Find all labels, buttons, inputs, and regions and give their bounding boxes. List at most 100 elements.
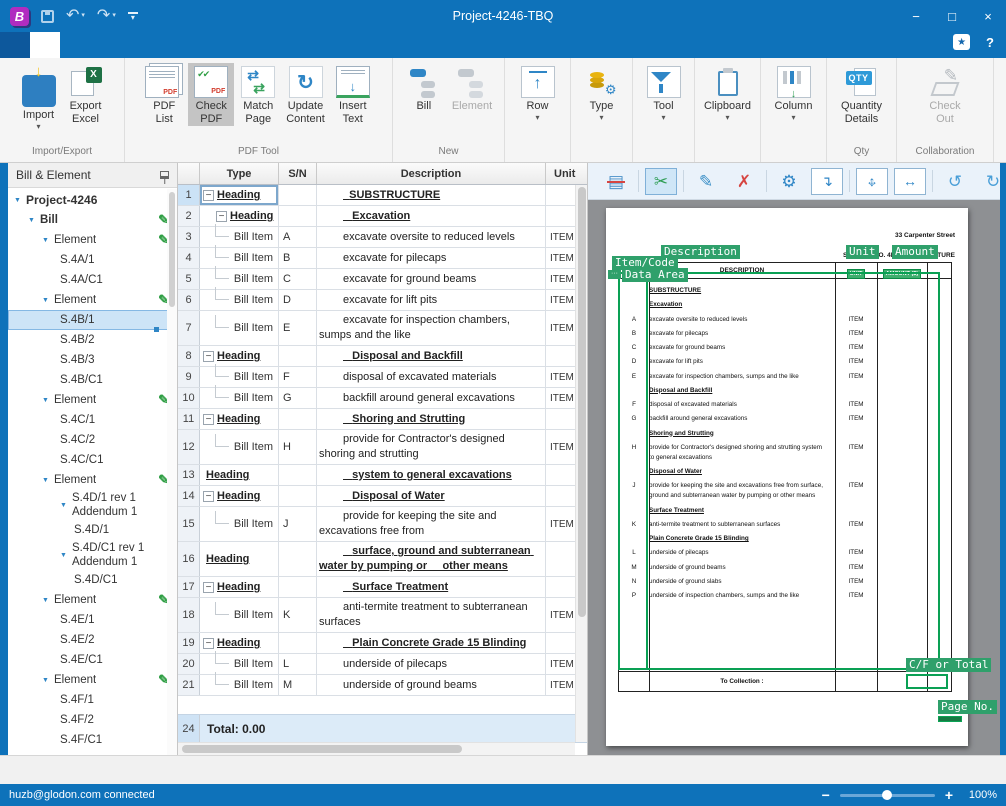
type-cell[interactable]: Bill Item — [200, 367, 279, 387]
amount-annotation-label[interactable]: Amount — [892, 245, 938, 259]
redo-button[interactable]: ↷▾ — [97, 9, 116, 23]
delete-annotation-icon[interactable]: ✗ — [728, 168, 760, 195]
row-number-cell[interactable]: 21 — [178, 675, 200, 695]
item-code-annotation-label[interactable]: Item/Code — [612, 256, 678, 270]
export-excel-button[interactable]: Export Excel — [63, 63, 109, 126]
row-button[interactable]: Row — [515, 63, 561, 123]
sn-cell[interactable] — [279, 465, 317, 485]
type-cell[interactable]: Bill Item — [200, 227, 279, 247]
type-cell[interactable]: Heading — [200, 577, 279, 597]
table-row[interactable]: 1 Heading SUBSTRUCTURE — [178, 185, 587, 206]
type-cell[interactable]: Heading — [200, 409, 279, 429]
pin-icon[interactable] — [160, 171, 169, 179]
type-button[interactable]: Type — [579, 63, 625, 123]
type-cell[interactable]: Heading — [200, 346, 279, 366]
description-cell[interactable]: SUBSTRUCTURE — [317, 185, 546, 205]
row-number-cell[interactable]: 10 — [178, 388, 200, 408]
collapse-icon[interactable] — [203, 351, 214, 362]
table-row[interactable]: 2 Heading Excavation — [178, 206, 587, 227]
tree-expand-arrow-icon[interactable] — [42, 597, 54, 604]
tree-expand-arrow-icon[interactable] — [42, 677, 54, 684]
table-row[interactable]: 16 Heading surface, ground and subterran… — [178, 542, 587, 577]
description-cell[interactable]: excavate for pilecaps — [317, 248, 546, 268]
tree-item[interactable]: S.4C/1 — [8, 410, 177, 430]
row-number-cell[interactable]: 1 — [178, 185, 200, 205]
type-cell[interactable]: Bill Item — [200, 311, 279, 345]
unit-annotation-label[interactable]: Unit — [846, 245, 879, 259]
description-cell[interactable]: Shoring and Strutting — [317, 409, 546, 429]
tree-item[interactable]: S.4B/C1 — [8, 370, 177, 390]
match-page-button[interactable]: Match Page — [235, 63, 281, 126]
description-cell[interactable]: provide for Contractor's designed shorin… — [317, 430, 546, 464]
sn-cell[interactable] — [279, 185, 317, 205]
tree-expand-arrow-icon[interactable] — [42, 477, 54, 484]
snip-region-icon[interactable]: ✂ — [645, 168, 677, 195]
collapse-icon[interactable] — [203, 638, 214, 649]
sn-cell[interactable]: H — [279, 430, 317, 464]
insert-text-button[interactable]: Insert Text — [330, 63, 376, 126]
sn-cell[interactable]: E — [279, 311, 317, 345]
cf-total-annotation-label[interactable]: C/F or Total — [906, 658, 991, 672]
description-cell[interactable]: disposal of excavated materials — [317, 367, 546, 387]
sn-cell[interactable] — [279, 577, 317, 597]
sidebar-scrollbar[interactable] — [167, 189, 177, 755]
table-row[interactable]: 11 Heading Shoring and Strutting — [178, 409, 587, 430]
zoom-in-button[interactable]: + — [945, 789, 953, 801]
type-cell[interactable]: Heading — [200, 185, 279, 205]
settings-gear-icon[interactable]: ⚙ — [773, 168, 805, 195]
row-number-cell[interactable]: 4 — [178, 248, 200, 268]
clipboard-button[interactable]: Clipboard — [700, 63, 755, 123]
description-cell[interactable]: underside of ground beams — [317, 675, 546, 695]
table-row[interactable]: 12 Bill Item H provide for Contractor's … — [178, 430, 587, 465]
description-cell[interactable]: Surface Treatment — [317, 577, 546, 597]
description-cell[interactable]: surface, ground and subterranean water b… — [317, 542, 546, 576]
row-number-cell[interactable]: 14 — [178, 486, 200, 506]
tree-expand-arrow-icon[interactable] — [42, 297, 54, 304]
new-bill-button[interactable]: Bill — [401, 63, 447, 114]
tree-item[interactable]: S.4A/C1 — [8, 270, 177, 290]
sn-cell[interactable]: C — [279, 269, 317, 289]
tree-item[interactable]: S.4B/3 — [8, 350, 177, 370]
description-cell[interactable]: Disposal of Water — [317, 486, 546, 506]
sn-cell[interactable] — [279, 206, 317, 226]
tree-item[interactable]: S.4C/C1 — [8, 450, 177, 470]
tab-cost-estimate[interactable] — [60, 32, 90, 58]
tree-expand-arrow-icon[interactable] — [28, 217, 40, 224]
tree-item[interactable]: S.4B/1 — [8, 310, 177, 330]
description-cell[interactable]: system to general excavations — [317, 465, 546, 485]
rotate-left-icon[interactable]: ↺ — [939, 168, 971, 195]
edit-annotation-icon[interactable]: ✎ — [690, 168, 722, 195]
sn-cell[interactable]: J — [279, 507, 317, 541]
tree-expand-arrow-icon[interactable] — [14, 197, 26, 204]
table-row[interactable]: 10 Bill Item G backfill around general e… — [178, 388, 587, 409]
maximize-button[interactable]: □ — [934, 1, 970, 31]
table-row[interactable]: 3 Bill Item A excavate oversite to reduc… — [178, 227, 587, 248]
tree-item[interactable]: Element — [8, 230, 177, 250]
page-no-annotation-label[interactable]: Page No. — [938, 700, 997, 714]
row-number-cell[interactable]: 8 — [178, 346, 200, 366]
sn-cell[interactable]: A — [279, 227, 317, 247]
type-cell[interactable]: Heading — [200, 633, 279, 653]
table-row[interactable]: 17 Heading Surface Treatment — [178, 577, 587, 598]
import-button[interactable]: Import — [16, 63, 62, 132]
type-cell[interactable]: Heading — [200, 465, 279, 485]
sn-cell[interactable]: L — [279, 654, 317, 674]
tree-item[interactable]: S.4E/C1 — [8, 650, 177, 670]
page-export-icon[interactable]: ↴ — [811, 168, 843, 195]
sn-cell[interactable]: D — [279, 290, 317, 310]
row-number-cell[interactable]: 19 — [178, 633, 200, 653]
type-cell[interactable]: Heading — [200, 206, 279, 226]
close-button[interactable]: × — [970, 1, 1006, 31]
tree-item[interactable]: Element — [8, 670, 177, 690]
tree-item[interactable]: S.4A/1 — [8, 250, 177, 270]
tree-item[interactable]: S.4C/2 — [8, 430, 177, 450]
tree-item[interactable]: Element — [8, 590, 177, 610]
fit-page-icon[interactable]: ↕ ↔ — [856, 168, 888, 195]
tree-item[interactable]: Element — [8, 390, 177, 410]
sn-cell[interactable] — [279, 633, 317, 653]
description-cell[interactable]: underside of pilecaps — [317, 654, 546, 674]
row-number-cell[interactable]: 5 — [178, 269, 200, 289]
type-cell[interactable]: Heading — [200, 542, 279, 576]
row-number-cell[interactable]: 9 — [178, 367, 200, 387]
fit-width-icon[interactable]: ↔ — [894, 168, 926, 195]
